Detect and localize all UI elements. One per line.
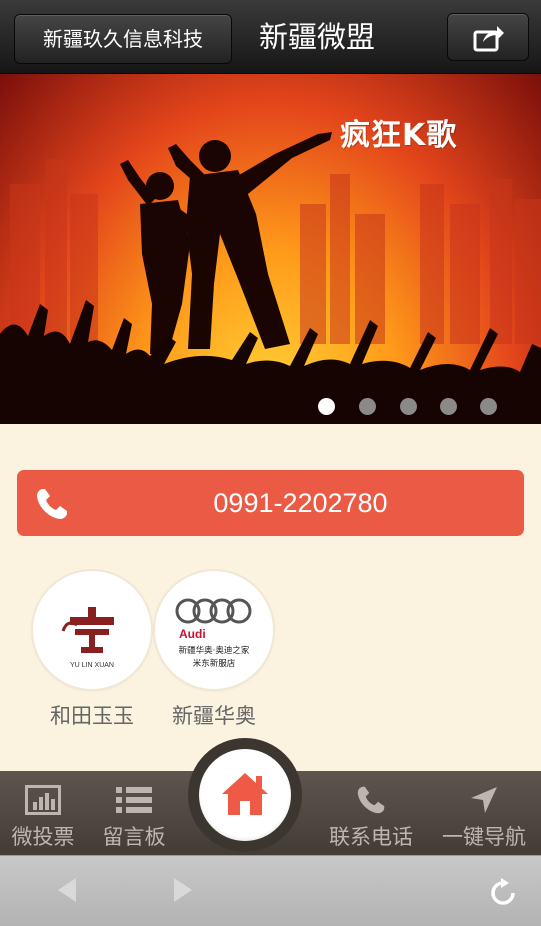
partner-logo: YU LIN XUAN — [33, 571, 151, 689]
nav-item-guestbook[interactable]: 留言板 — [94, 771, 174, 855]
partner-logo-brand: Audi — [179, 627, 206, 641]
partner-logo: Audi 新疆华奥·奥迪之家 米东新服店 — [155, 571, 273, 689]
nav-label: 联系电话 — [329, 825, 413, 849]
home-icon — [222, 773, 268, 815]
navigation-arrow-icon — [471, 787, 497, 813]
nav-label: 留言板 — [102, 825, 166, 849]
audi-logo-icon: Audi 新疆华奥·奥迪之家 米东新服店 — [175, 598, 252, 669]
partner-logo-caption-2: 米东新服店 — [193, 658, 236, 669]
phone-number: 0991-2202780 — [213, 488, 388, 518]
nav-label: 一键导航 — [442, 825, 526, 849]
jade-logo-icon: YU LIN XUAN — [61, 607, 114, 669]
concert-silhouette-image — [0, 132, 541, 424]
carousel-dot[interactable] — [318, 398, 335, 415]
partner-logo-caption-1: 新疆华奥·奥迪之家 — [179, 645, 250, 656]
refresh-icon[interactable] — [490, 878, 516, 906]
carousel-dot[interactable] — [480, 398, 497, 415]
forward-arrow-icon[interactable] — [172, 876, 194, 904]
partner-item[interactable]: YU LIN XUAN 和田玉玉 — [33, 571, 151, 730]
partner-name: 新疆华奥 — [172, 704, 256, 728]
nav-label: 微投票 — [11, 825, 75, 849]
banner-logo-text: 疯狂K歌 — [340, 118, 458, 153]
partner-logo-caption: YU LIN XUAN — [70, 662, 114, 669]
share-button[interactable] — [447, 13, 529, 61]
phone-icon — [357, 786, 385, 814]
page-title: 新疆微盟 — [258, 20, 375, 54]
phone-icon — [37, 489, 67, 519]
browser-toolbar — [0, 855, 541, 926]
carousel-dot[interactable] — [440, 398, 457, 415]
banner-carousel[interactable]: 疯狂K歌 — [0, 74, 541, 424]
chart-icon — [25, 785, 61, 815]
partner-item[interactable]: Audi 新疆华奥·奥迪之家 米东新服店 新疆华奥 — [155, 571, 273, 730]
nav-item-phone[interactable]: 联系电话 — [322, 771, 420, 855]
carousel-dot[interactable] — [400, 398, 417, 415]
back-arrow-icon[interactable] — [56, 876, 78, 904]
partner-name: 和田玉玉 — [50, 704, 134, 728]
nav-item-navigation[interactable]: 一键导航 — [434, 771, 534, 855]
nav-item-vote[interactable]: 微投票 — [4, 771, 82, 855]
back-button[interactable]: 新疆玖久信息科技 — [14, 14, 232, 64]
top-navbar: 新疆玖久信息科技 新疆微盟 — [0, 0, 541, 74]
share-icon — [473, 26, 504, 52]
back-button-label: 新疆玖久信息科技 — [43, 27, 203, 51]
home-button[interactable] — [199, 749, 291, 841]
call-phone-button[interactable]: 0991-2202780 — [17, 470, 524, 536]
carousel-dot[interactable] — [359, 398, 376, 415]
list-icon — [116, 787, 152, 813]
